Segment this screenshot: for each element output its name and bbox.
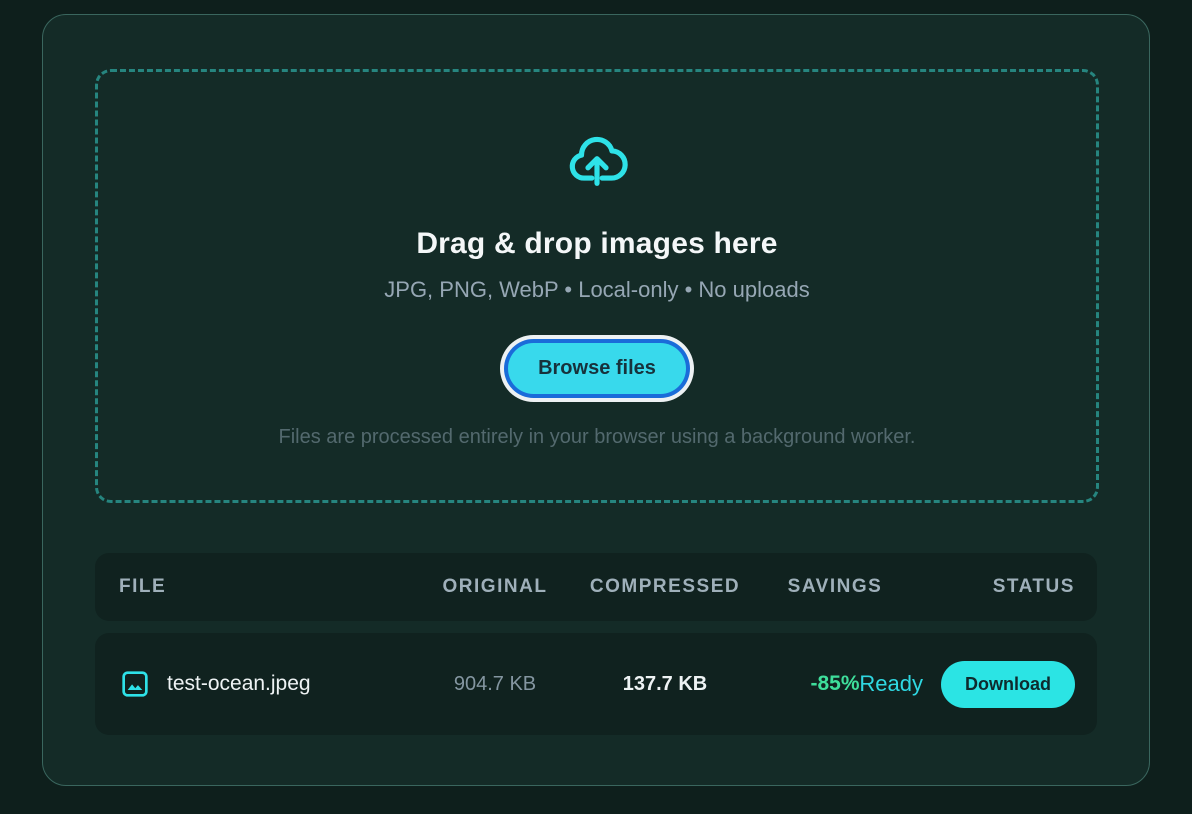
column-header-savings: SAVINGS xyxy=(755,576,915,598)
dropzone-note: Files are processed entirely in your bro… xyxy=(279,426,916,449)
compressed-size: 137.7 KB xyxy=(575,673,755,696)
table-header-row: FILE ORIGINAL COMPRESSED SAVINGS STATUS xyxy=(95,553,1097,621)
column-header-status: STATUS xyxy=(915,576,1075,598)
column-header-compressed: COMPRESSED xyxy=(575,576,755,598)
dropzone-subtitle: JPG, PNG, WebP • Local-only • No uploads xyxy=(384,277,809,303)
status-text: Ready xyxy=(859,671,923,697)
original-size: 904.7 KB xyxy=(415,673,575,696)
table-row: test-ocean.jpeg 904.7 KB 137.7 KB -85% R… xyxy=(95,633,1097,735)
download-button[interactable]: Download xyxy=(941,661,1075,708)
image-icon xyxy=(119,668,151,700)
cloud-upload-icon xyxy=(566,129,628,191)
results-table: FILE ORIGINAL COMPRESSED SAVINGS STATUS … xyxy=(95,553,1097,735)
status-cell: Ready Download xyxy=(915,661,1075,708)
page-background: Drag & drop images here JPG, PNG, WebP •… xyxy=(0,0,1192,814)
file-name: test-ocean.jpeg xyxy=(167,672,311,696)
dropzone-title: Drag & drop images here xyxy=(416,227,777,261)
file-cell: test-ocean.jpeg xyxy=(119,668,415,700)
dropzone[interactable]: Drag & drop images here JPG, PNG, WebP •… xyxy=(95,69,1099,503)
browse-files-button[interactable]: Browse files xyxy=(508,343,686,394)
app-card: Drag & drop images here JPG, PNG, WebP •… xyxy=(42,14,1150,786)
column-header-file: FILE xyxy=(119,576,415,598)
column-header-original: ORIGINAL xyxy=(415,576,575,598)
